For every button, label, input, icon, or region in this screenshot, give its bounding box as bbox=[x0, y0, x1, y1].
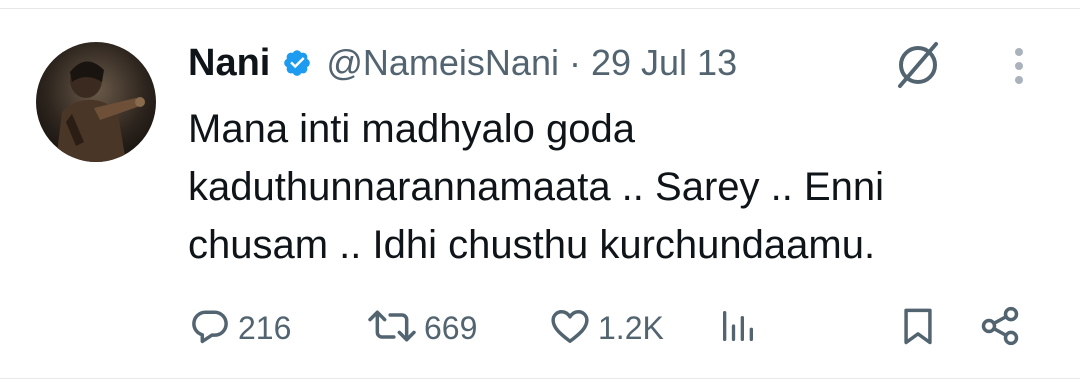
reply-button[interactable]: 216 bbox=[188, 306, 291, 350]
like-button[interactable]: 1.2K bbox=[548, 306, 664, 350]
tweet-date[interactable]: 29 Jul 13 bbox=[591, 42, 737, 84]
heart-icon bbox=[548, 304, 592, 353]
more-vertical-icon[interactable] bbox=[1004, 46, 1034, 90]
author-name[interactable]: Nani bbox=[188, 42, 270, 85]
top-divider bbox=[0, 8, 1080, 9]
avatar[interactable] bbox=[36, 42, 156, 162]
bookmark-icon bbox=[896, 304, 940, 353]
bottom-divider bbox=[0, 378, 1080, 379]
bookmark-button[interactable] bbox=[896, 306, 940, 350]
tweet-text: Mana inti madhyalo goda kaduthunnarannam… bbox=[188, 100, 1048, 274]
action-bar: 216 669 1.2K bbox=[0, 300, 1080, 356]
author-handle[interactable]: @NameisNani bbox=[326, 42, 559, 84]
views-icon bbox=[718, 304, 758, 353]
views-button[interactable] bbox=[718, 306, 758, 350]
reply-icon bbox=[188, 304, 232, 353]
retweet-button[interactable]: 669 bbox=[366, 306, 477, 350]
separator-dot: · bbox=[568, 42, 581, 83]
like-count: 1.2K bbox=[598, 309, 664, 346]
tweet-text-line: kaduthunnarannamaata .. Sarey .. Enni bbox=[188, 165, 885, 209]
tweet-header: Nani @NameisNani · 29 Jul 13 bbox=[188, 38, 737, 88]
reply-count: 216 bbox=[238, 309, 292, 346]
grok-icon[interactable] bbox=[890, 40, 946, 90]
verified-badge-icon bbox=[282, 48, 312, 78]
share-icon bbox=[978, 304, 1022, 353]
retweet-icon bbox=[366, 304, 418, 353]
retweet-count: 669 bbox=[424, 309, 478, 346]
share-button[interactable] bbox=[978, 306, 1022, 350]
tweet-text-line: Mana inti madhyalo goda bbox=[188, 107, 635, 151]
tweet-text-line: chusam .. Idhi chusthu kurchundaamu. bbox=[188, 223, 876, 267]
